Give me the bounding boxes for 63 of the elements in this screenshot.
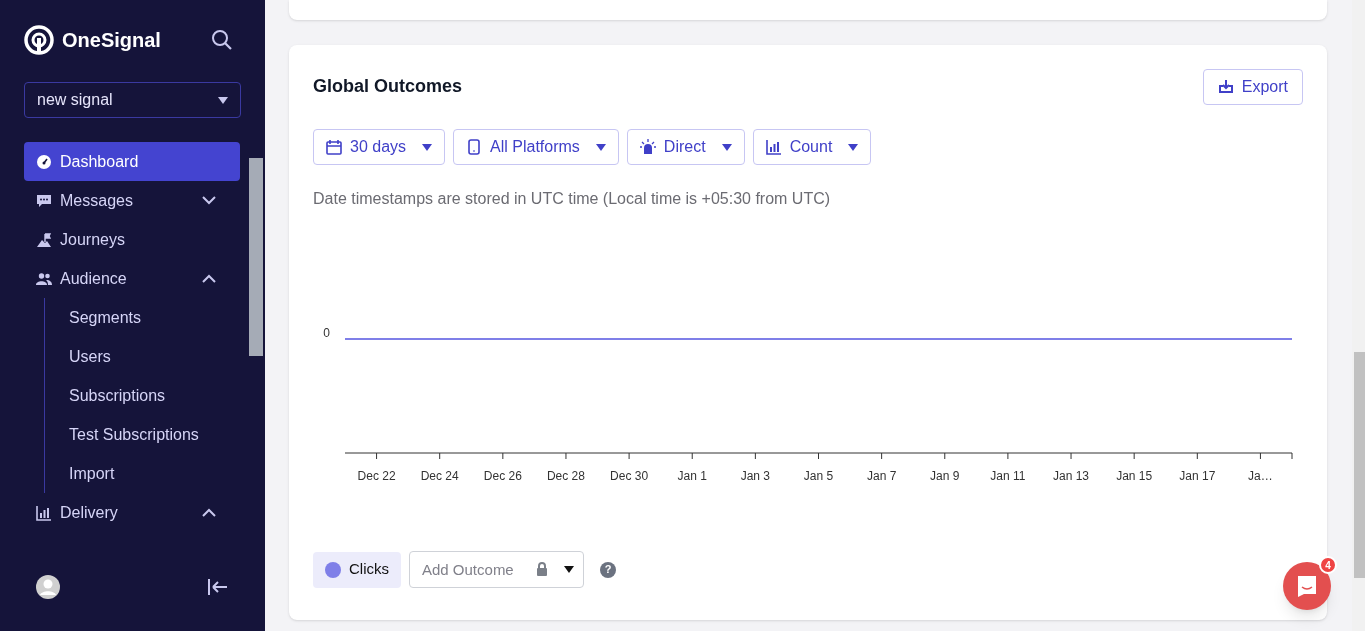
axis-label: Jan 1 [677,469,707,483]
caret-icon [564,566,574,573]
download-icon [1217,79,1234,95]
caret-icon [595,143,606,151]
brand-name: OneSignal [62,28,161,53]
axis-label: Jan 13 [1053,469,1090,483]
avatar-icon[interactable] [36,575,60,599]
nav-item[interactable]: Dashboard [24,142,240,181]
nav-item[interactable]: Messages [24,181,240,220]
nav-item[interactable]: Journeys [24,220,240,259]
logo-icon [24,25,54,55]
search-icon[interactable] [211,29,233,51]
bar-chart-icon [765,139,782,155]
notification-badge: 4 [1319,556,1337,574]
caret-icon [422,143,433,151]
help-button[interactable]: ? [600,561,616,578]
axis-label: Dec 22 [357,469,396,483]
nav-subitem[interactable]: Users [45,337,240,376]
axis-label: Jan 3 [740,469,771,483]
axis-label: Ja… [1248,469,1273,483]
calendar-icon [326,139,342,155]
bars-icon [36,504,52,521]
filter-dropdown[interactable]: 30 days [313,129,446,165]
flag-icon [36,231,52,248]
axis-label: Jan 17 [1179,469,1216,483]
axis-label: Dec 30 [610,469,649,483]
app-selector[interactable]: new signal [24,82,241,118]
axis-label: Jan 11 [990,469,1026,483]
axis-label: Dec 24 [420,469,459,483]
filter-dropdown[interactable]: All Platforms [453,129,619,165]
nav-subitem[interactable]: Test Subscriptions [45,415,240,454]
export-button[interactable]: Export [1202,69,1303,105]
caret-icon [848,143,859,151]
chevron-icon [202,274,216,283]
timezone-note: Date timestamps are stored in UTC time (Local time is +05:30 from UTC) [313,189,832,209]
axis-label: Jan 5 [803,469,834,483]
axis-label: 0 [323,326,330,340]
chevron-icon [202,508,216,517]
axis-label: Jan 9 [930,469,960,483]
axis-label: Jan 7 [866,469,897,483]
chat-icon [1296,574,1318,598]
collapse-icon[interactable] [207,577,229,597]
people-icon [36,270,52,287]
add-outcome-field[interactable]: Add Outcome [409,551,584,588]
chevron-icon [202,196,216,205]
card-title: Global Outcomes [313,75,463,98]
nav-item[interactable]: Audience [24,259,240,298]
siren-icon [639,139,656,155]
gauge-icon [36,153,52,170]
axis-label: Jan 15 [1116,469,1153,483]
axis-label: Dec 28 [546,469,585,483]
nav-subitem[interactable]: Segments [45,298,240,337]
lock-icon [536,562,548,576]
nav-subitem[interactable]: Subscriptions [45,376,240,415]
filter-dropdown[interactable]: Direct [626,129,745,165]
axis-label: Dec 26 [483,469,522,483]
chat-icon [36,192,52,209]
nav-item[interactable]: Delivery [24,493,240,532]
phone-icon [466,139,483,155]
nav-subitem[interactable]: Import [45,454,240,493]
caret-icon [721,143,732,151]
filter-dropdown[interactable]: Count [752,129,872,165]
caret-icon [218,96,228,104]
